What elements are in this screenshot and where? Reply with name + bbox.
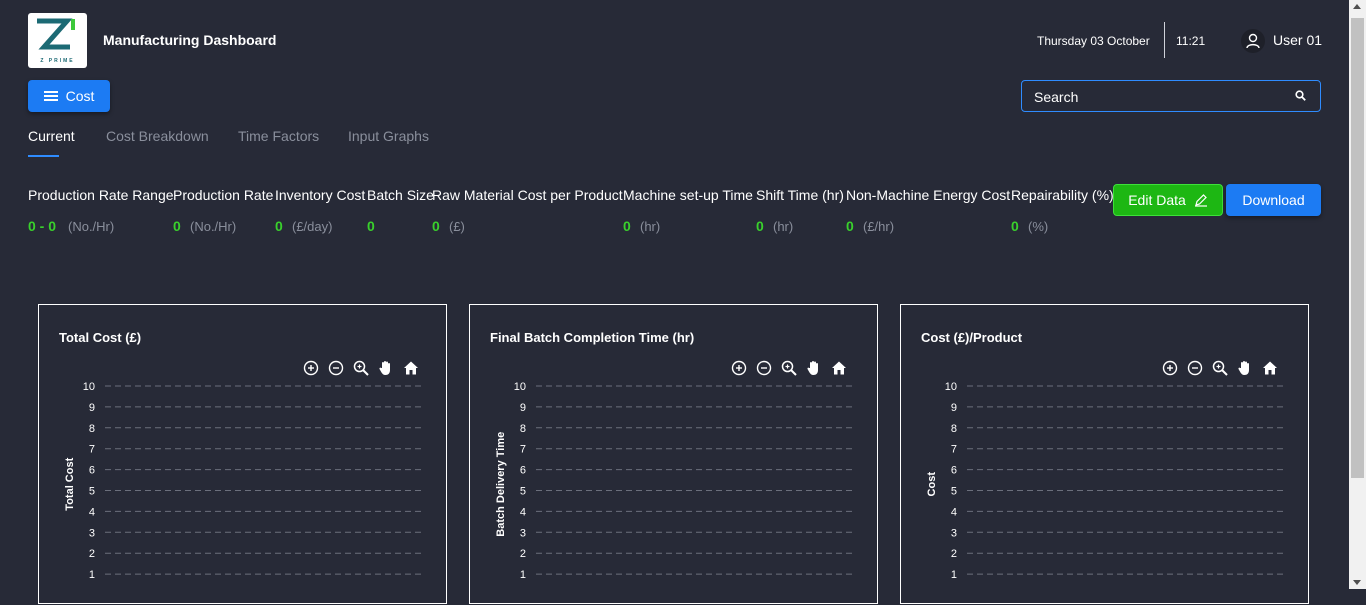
y-tick-label: 2 <box>951 548 957 560</box>
stat-label-non-machine-energy-cost: Non-Machine Energy Cost <box>846 187 1011 203</box>
stat-label-batch-size: Batch Size <box>367 187 434 203</box>
stat-unit-non-machine-energy-cost: (£/hr) <box>863 219 895 234</box>
y-tick-label: 10 <box>83 381 95 393</box>
cost-menu-button[interactable]: Cost <box>28 80 110 112</box>
stat-unit-production-rate: (No./Hr) <box>190 219 237 234</box>
tab-current[interactable]: Current <box>28 128 75 144</box>
y-tick-label: 5 <box>951 486 957 498</box>
stat-value-production-rate: 0 <box>173 218 181 234</box>
y-tick-label: 10 <box>514 381 526 393</box>
y-tick-label: 8 <box>951 423 957 435</box>
header-divider <box>1164 22 1165 58</box>
search-icon[interactable] <box>1295 90 1306 101</box>
chart-card-batch-completion-time: Final Batch Completion Time (hr) 1234567… <box>469 304 878 604</box>
y-axis-label: Cost <box>926 472 938 497</box>
stat-unit-production-rate-range: (No./Hr) <box>68 219 115 234</box>
stat-value-production-rate-range: 0 - 0 <box>28 218 57 234</box>
y-tick-label: 5 <box>520 486 526 498</box>
stat-label-production-rate: Production Rate <box>173 187 274 203</box>
current-date: Thursday 03 October <box>1037 34 1150 48</box>
y-tick-label: 8 <box>520 423 526 435</box>
logo-mark-icon <box>37 18 75 50</box>
stat-value-raw-material-cost: 0 <box>432 218 440 234</box>
stat-value-shift-time: 0 <box>756 218 764 234</box>
logo-text: Z PRIME <box>40 58 75 64</box>
scroll-down-arrow-icon[interactable] <box>1353 580 1361 585</box>
y-tick-label: 3 <box>951 527 957 539</box>
stat-label-shift-time: Shift Time (hr) <box>756 187 844 203</box>
y-tick-label: 4 <box>520 506 526 518</box>
stat-label-repairability: Repairability (%) <box>1011 187 1114 203</box>
y-tick-label: 4 <box>89 506 95 518</box>
y-tick-label: 3 <box>89 527 95 539</box>
y-tick-label: 9 <box>89 402 95 414</box>
current-time: 11:21 <box>1176 34 1206 48</box>
stat-unit-shift-time: (hr) <box>773 219 794 234</box>
search-box[interactable] <box>1021 80 1321 112</box>
chart-card-cost-per-product: Cost (£)/Product 1 2 3 4 5 6 7 8 9 10 Cost <box>900 304 1309 604</box>
stat-unit-repairability: (%) <box>1028 219 1049 234</box>
y-tick-label: 5 <box>89 486 95 498</box>
y-tick-label: 7 <box>951 444 957 456</box>
user-name[interactable]: User 01 <box>1273 32 1322 48</box>
y-axis-label: Batch Delivery Time <box>495 432 507 537</box>
tab-time-factors[interactable]: Time Factors <box>238 128 319 144</box>
y-tick-label: 4 <box>951 506 957 518</box>
hamburger-icon <box>43 91 58 101</box>
search-input[interactable] <box>1032 87 1286 107</box>
chart-card-total-cost: Total Cost (£) 1 2 3 4 5 6 7 8 9 10 Total Cost <box>38 304 447 604</box>
stat-label-raw-material-cost: Raw Material Cost per Product <box>432 187 623 203</box>
stat-label-production-rate-range: Production Rate Range <box>28 187 174 203</box>
y-tick-label: 1 <box>520 569 526 581</box>
active-tab-indicator <box>28 155 59 157</box>
user-avatar-icon[interactable] <box>1241 29 1265 53</box>
scroll-thumb[interactable] <box>1351 18 1364 478</box>
y-tick-label: 6 <box>520 465 526 477</box>
pencil-icon <box>1194 194 1207 207</box>
y-tick-label: 7 <box>520 444 526 456</box>
y-tick-label: 7 <box>89 444 95 456</box>
company-logo: Z PRIME <box>28 13 87 68</box>
chart-plot: 1 2 3 4 5 6 7 8 9 10 Cost <box>926 381 1283 581</box>
y-tick-label: 9 <box>520 402 526 414</box>
stat-label-machine-setup-time: Machine set-up Time <box>623 187 753 203</box>
stat-value-non-machine-energy-cost: 0 <box>846 218 854 234</box>
tab-input-graphs[interactable]: Input Graphs <box>348 128 429 144</box>
stat-value-repairability: 0 <box>1011 218 1019 234</box>
cost-menu-label: Cost <box>65 88 95 104</box>
y-tick-label: 8 <box>89 423 95 435</box>
app-title: Manufacturing Dashboard <box>103 32 277 48</box>
y-axis-label: Total Cost <box>64 457 76 510</box>
stat-value-machine-setup-time: 0 <box>623 218 631 234</box>
y-tick-label: 2 <box>89 548 95 560</box>
y-tick-label: 9 <box>951 402 957 414</box>
y-tick-label: 1 <box>951 569 957 581</box>
scroll-up-arrow-icon[interactable] <box>1353 4 1361 9</box>
chart-plot: 1 2 3 4 5 6 7 8 9 10 Batch Delivery Time <box>495 381 852 581</box>
stat-unit-raw-material-cost: (£) <box>449 219 465 234</box>
stat-value-batch-size: 0 <box>367 218 375 234</box>
edit-data-label: Edit Data <box>1128 192 1186 208</box>
stat-label-inventory-cost: Inventory Cost <box>275 187 366 203</box>
y-tick-label: 1 <box>89 569 95 581</box>
stat-unit-inventory-cost: (£/day) <box>292 219 333 234</box>
tab-cost-breakdown[interactable]: Cost Breakdown <box>106 128 209 144</box>
edit-data-button[interactable]: Edit Data <box>1113 184 1223 216</box>
y-tick-label: 2 <box>520 548 526 560</box>
y-tick-label: 10 <box>945 381 957 393</box>
y-tick-label: 6 <box>89 465 95 477</box>
stat-value-inventory-cost: 0 <box>275 218 283 234</box>
chart-plot: 1 2 3 4 5 6 7 8 9 10 Total Cost <box>64 381 421 581</box>
stat-unit-machine-setup-time: (hr) <box>640 219 661 234</box>
y-tick-label: 6 <box>951 465 957 477</box>
download-button[interactable]: Download <box>1226 184 1321 216</box>
y-tick-label: 3 <box>520 527 526 539</box>
page-scrollbar[interactable] <box>1349 0 1366 589</box>
